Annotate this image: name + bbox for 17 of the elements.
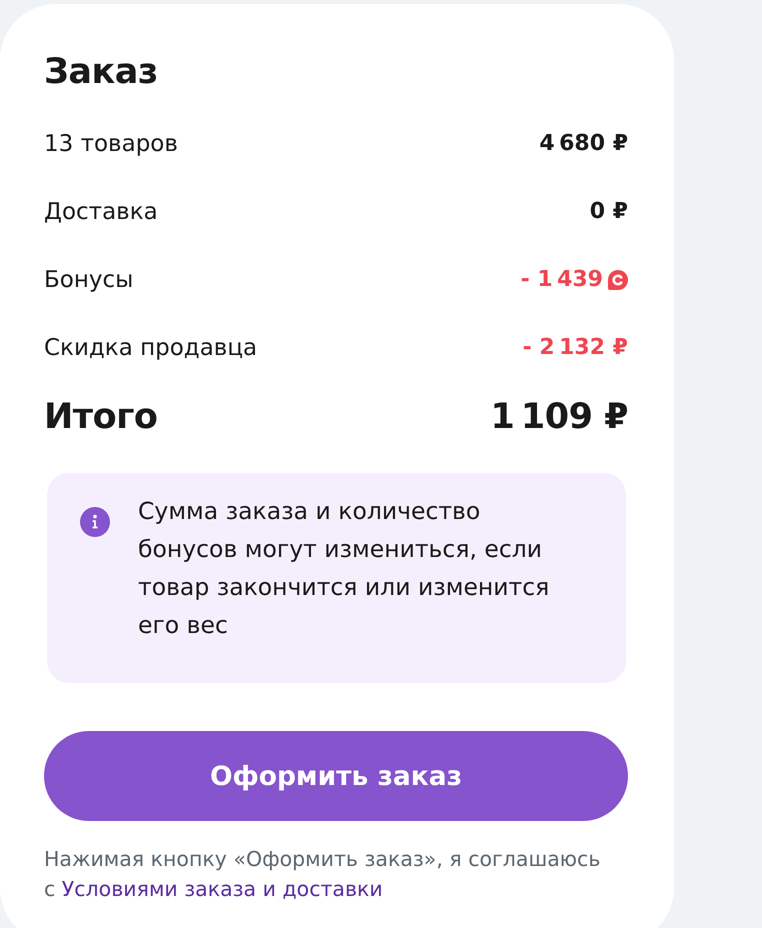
summary-value: - 1 439 (520, 266, 603, 294)
summary-label: 13 товаров (44, 130, 178, 158)
bonus-badge-icon (608, 270, 628, 290)
total-value: 1 109 ₽ (490, 396, 628, 438)
summary-value: 0 ₽ (590, 198, 628, 226)
summary-label: Доставка (44, 198, 158, 226)
checkout-button[interactable]: Оформить заказ (44, 731, 628, 821)
notice-text: Сумма заказа и количество бонусов могут измениться, если товар закончится или изменится его вес (138, 496, 550, 641)
info-icon (80, 507, 110, 537)
summary-label: Скидка продавца (44, 334, 258, 362)
terms-text: Нажимая кнопку «Оформить заказ», я соглашаюсь с Условиями заказа и доставки (44, 846, 602, 903)
order-title: Заказ (44, 51, 159, 93)
terms-link[interactable]: Условиями заказа и доставки (62, 877, 383, 901)
summary-label: Бонусы (44, 266, 134, 294)
summary-value: 4 680 ₽ (539, 130, 628, 158)
total-label: Итого (44, 396, 158, 438)
summary-value: - 2 132 ₽ (522, 334, 628, 362)
